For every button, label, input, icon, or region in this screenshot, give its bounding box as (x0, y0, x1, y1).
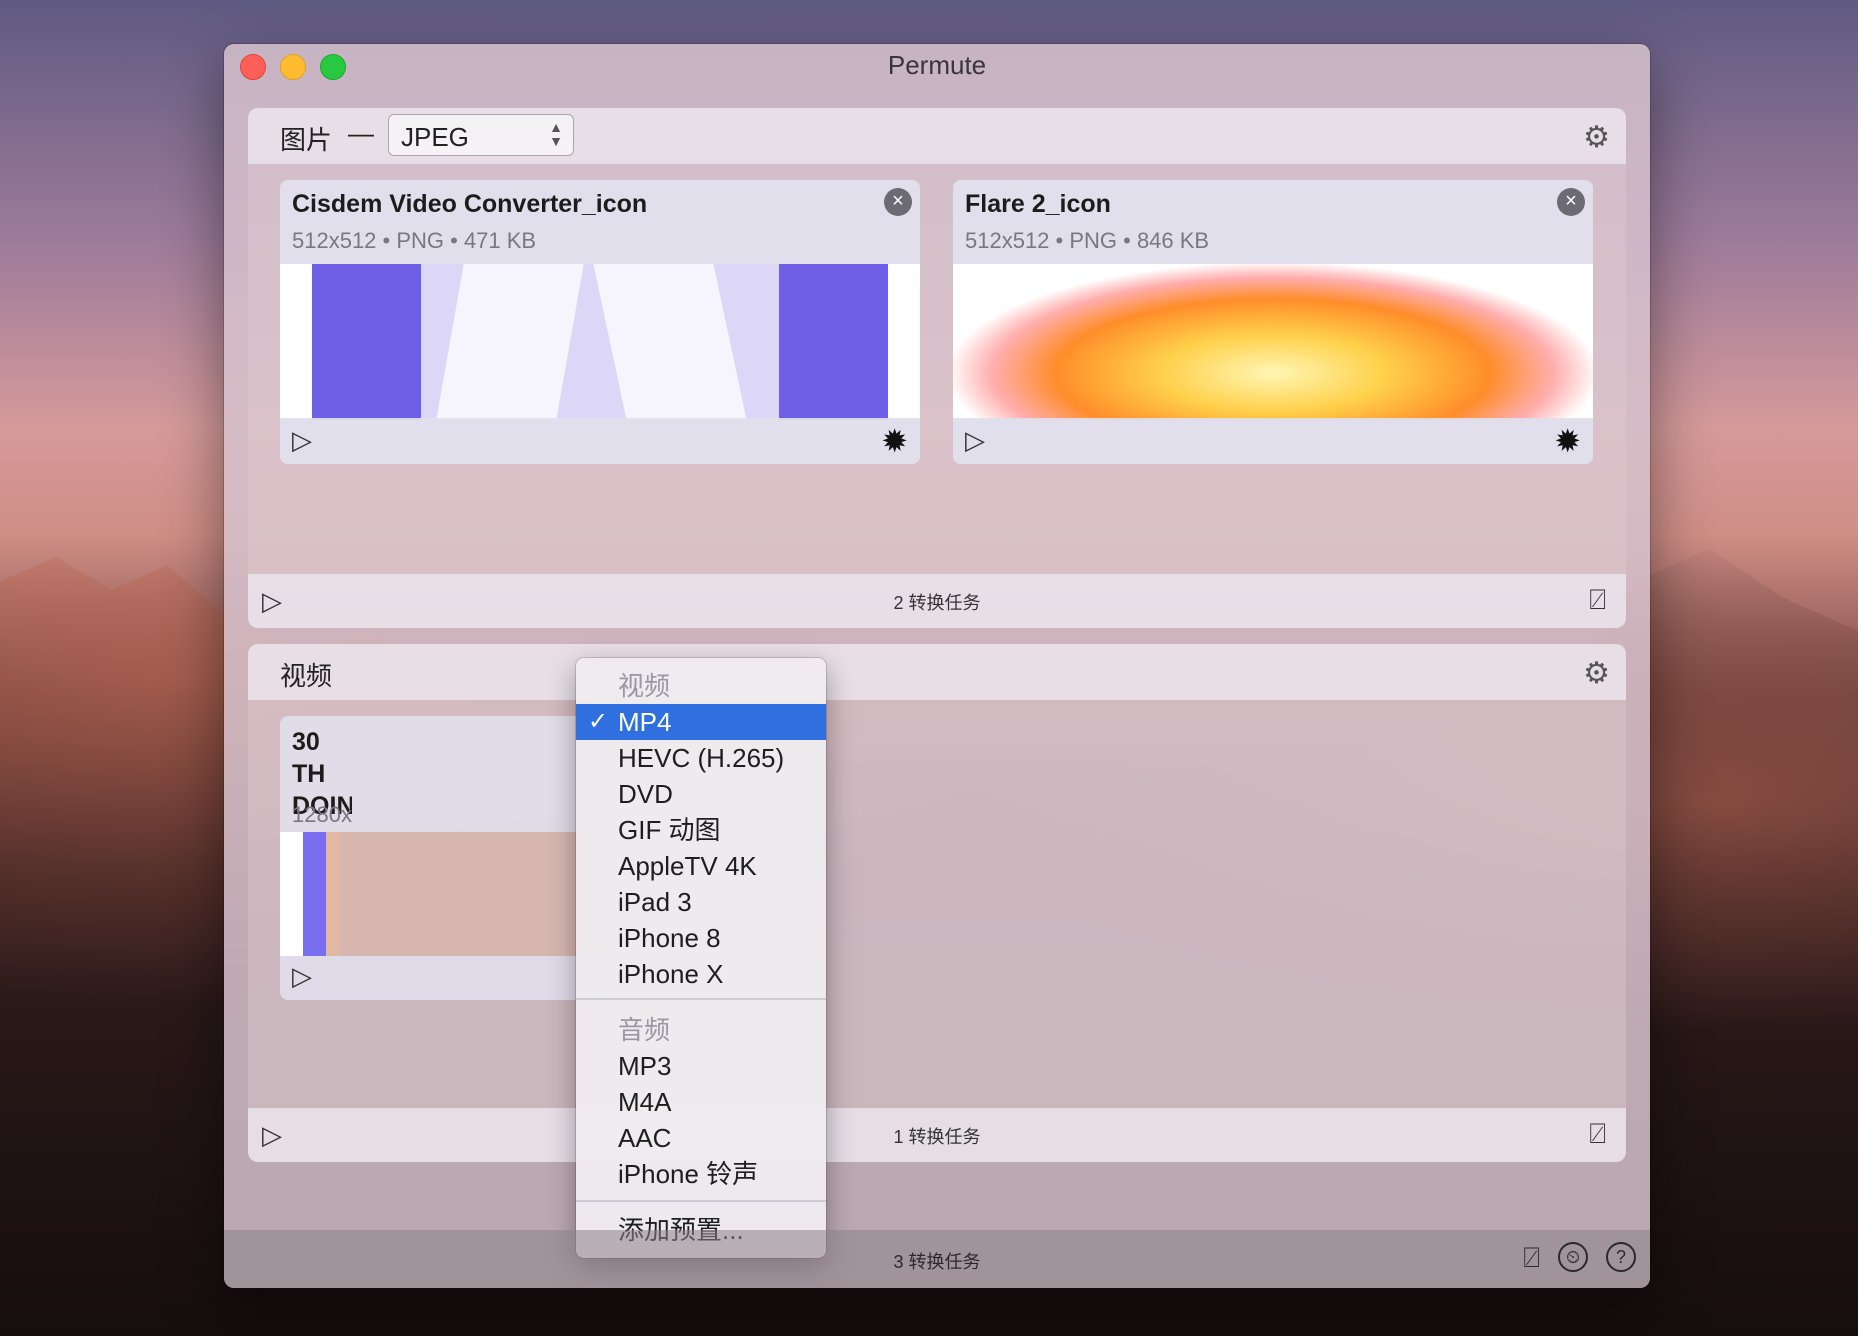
menu-item-ipad-3[interactable]: iPad 3 (576, 884, 826, 920)
menu-item-label: MP4 (618, 707, 672, 737)
menu-item-mp4[interactable]: ✓ MP4 (576, 704, 826, 740)
clear-all-icon[interactable]: ⍁ (1523, 1242, 1540, 1275)
menu-item-dvd[interactable]: DVD (576, 776, 826, 812)
permute-window: Permute 图片 — JPEG ▲ ▼ ⚙ Cisdem Video Conv… (224, 44, 1650, 1288)
card-footer (953, 418, 1593, 464)
card-meta: 512x512 • PNG • 471 KB (292, 228, 537, 253)
image-section-label: 图片 (280, 125, 333, 155)
card-title: Flare 2_icon (965, 190, 1111, 218)
total-task-count: 3 转换任务 (893, 1252, 981, 1272)
clear-section-icon[interactable]: ⍁ (1589, 1118, 1606, 1151)
format-popup-menu: 视频 ✓ MP4 HEVC (H.265) DVD GIF 动图 AppleTV… (576, 658, 826, 1258)
video-file-card[interactable]: 30 TH DOIN 1280x ▷ (280, 716, 610, 1000)
image-section-footer: ▷ 2 转换任务 ⍁ (248, 574, 1626, 628)
video-section-header: 视频 ⚙ (248, 644, 1626, 700)
checkmark-icon: ✓ (588, 708, 609, 735)
play-icon[interactable]: ▷ (965, 425, 985, 456)
file-card[interactable]: Cisdem Video Converter_icon 512x512 • PN… (280, 180, 920, 464)
help-icon[interactable]: ? (1606, 1242, 1636, 1272)
clear-section-icon[interactable]: ⍁ (1589, 584, 1606, 617)
play-icon[interactable]: ▷ (292, 425, 312, 456)
menu-separator (576, 998, 826, 1000)
video-thumbnail (280, 832, 610, 956)
select-arrows-icon: ▲ ▼ (549, 119, 563, 149)
file-card[interactable]: Flare 2_icon 512x512 • PNG • 846 KB × ▷ … (953, 180, 1593, 464)
menu-item-gif[interactable]: GIF 动图 (576, 812, 826, 848)
image-format-select[interactable]: JPEG ▲ ▼ (388, 114, 574, 156)
card-meta: 1280x (292, 802, 352, 827)
image-section: 图片 — JPEG ▲ ▼ ⚙ Cisdem Video Converter_ic… (248, 108, 1626, 628)
card-meta: 512x512 • PNG • 846 KB (965, 228, 1210, 253)
video-section-label: 视频 (280, 661, 333, 691)
menu-item-hevc[interactable]: HEVC (H.265) (576, 740, 826, 776)
menu-item-iphone-ringtone[interactable]: iPhone 铃声 (576, 1156, 826, 1192)
menu-item-iphone-x[interactable]: iPhone X (576, 956, 826, 992)
menu-item-mp3[interactable]: MP3 (576, 1048, 826, 1084)
flare-thumbnail (953, 264, 1593, 420)
menu-item-aac[interactable]: AAC (576, 1120, 826, 1156)
card-footer (280, 418, 920, 464)
bottom-status-bar: 3 转换任务 ⍁ ⏲ ? (224, 1230, 1650, 1288)
menu-item-m4a[interactable]: M4A (576, 1084, 826, 1120)
film-strip (436, 264, 584, 420)
file-settings-gear-icon[interactable]: ✹ (1554, 422, 1581, 460)
image-format-value: JPEG (401, 122, 469, 152)
card-title-line: 30 TH (292, 728, 326, 788)
video-section: 视频 ⚙ 30 TH DOIN 1280x ▷ ▷ 1 转换任务 ⍁ (248, 644, 1626, 1162)
film-strip (593, 264, 747, 420)
menu-item-iphone-8[interactable]: iPhone 8 (576, 920, 826, 956)
header-dash: — (348, 118, 374, 148)
cisdem-thumbnail (280, 264, 920, 420)
video-section-footer: ▷ 1 转换任务 ⍁ (248, 1108, 1626, 1162)
remove-file-close-icon[interactable]: × (1557, 188, 1585, 216)
remove-file-close-icon[interactable]: × (884, 188, 912, 216)
image-task-count: 2 转换任务 (893, 593, 981, 613)
menu-item-appletv-4k[interactable]: AppleTV 4K (576, 848, 826, 884)
play-icon[interactable]: ▷ (292, 961, 312, 992)
history-clock-icon[interactable]: ⏲ (1558, 1242, 1588, 1272)
title-bar: Permute (224, 44, 1650, 104)
window-title: Permute (887, 50, 987, 80)
video-section-settings-gear-icon[interactable]: ⚙ (1583, 656, 1610, 691)
menu-header-audio: 音频 (618, 1015, 671, 1045)
video-task-count: 1 转换任务 (893, 1127, 981, 1147)
menu-separator (576, 1200, 826, 1202)
image-section-settings-gear-icon[interactable]: ⚙ (1583, 120, 1610, 155)
image-section-header: 图片 — JPEG ▲ ▼ ⚙ (248, 108, 1626, 164)
menu-header-video: 视频 (618, 671, 671, 701)
file-settings-gear-icon[interactable]: ✹ (881, 422, 908, 460)
card-title: Cisdem Video Converter_icon (292, 190, 648, 218)
